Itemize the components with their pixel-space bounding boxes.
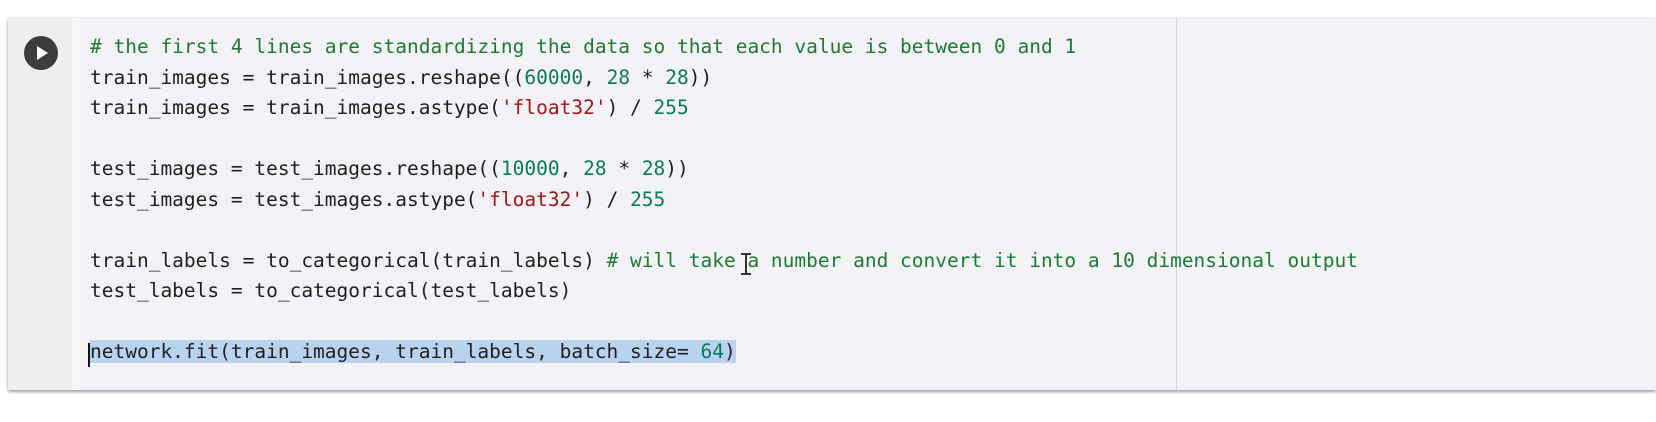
code-string: 'float32' [500, 96, 607, 119]
code-line[interactable]: test_images = test_images.astype('float3… [90, 185, 1358, 216]
code-line[interactable] [90, 215, 1358, 246]
play-icon [37, 46, 48, 60]
code-number: 28 [665, 65, 689, 89]
code-token: test_labels = to_categorical(test_labels… [90, 279, 572, 302]
code-token: , [559, 157, 584, 180]
code-line[interactable]: network.fit(train_images, train_labels, … [88, 337, 1358, 368]
code-number: 255 [653, 96, 689, 119]
code-lines[interactable]: # the first 4 lines are standardizing th… [88, 32, 1358, 368]
code-token: * [606, 157, 642, 180]
code-token: )) [665, 157, 689, 180]
code-line[interactable]: train_images = train_images.reshape((600… [90, 63, 1358, 94]
selected-code: ) [723, 340, 736, 363]
code-token: test_images = test_images.astype( [90, 187, 478, 211]
code-comment: # will take a number and convert it into… [606, 248, 1358, 272]
code-line[interactable] [90, 124, 1358, 155]
code-token: * [630, 65, 666, 89]
code-token: train_labels = to_categorical(train_labe… [90, 248, 607, 272]
code-editor[interactable]: # the first 4 lines are standardizing th… [80, 18, 1656, 390]
code-number: 28 [641, 157, 666, 180]
code-token: test_images = test_images.reshape(( [90, 157, 501, 180]
code-line[interactable]: test_images = test_images.reshape((10000… [90, 154, 1358, 185]
code-token: train_images = train_images.astype( [90, 96, 501, 119]
code-cell[interactable]: # the first 4 lines are standardizing th… [8, 18, 1656, 390]
code-line[interactable]: # the first 4 lines are standardizing th… [90, 32, 1358, 63]
code-line[interactable]: test_labels = to_categorical(test_labels… [90, 276, 1358, 307]
code-token: , [583, 65, 607, 89]
code-token: train_images = train_images.reshape(( [90, 65, 525, 89]
selected-code-number: 64 [700, 340, 724, 363]
code-number: 28 [606, 65, 631, 89]
code-token: )) [688, 65, 713, 89]
code-number: 10000 [500, 157, 560, 180]
code-line[interactable]: train_labels = to_categorical(train_labe… [90, 246, 1358, 277]
code-number: 28 [583, 157, 607, 180]
code-number: 255 [630, 187, 666, 211]
code-token: ) / [606, 96, 654, 119]
code-number: 60000 [524, 65, 584, 89]
code-line[interactable] [90, 307, 1358, 338]
cell-gutter [8, 18, 72, 390]
code-line[interactable]: train_images = train_images.astype('floa… [90, 93, 1358, 124]
selected-code: network.fit(train_images, train_labels, … [90, 340, 701, 363]
code-string: 'float32' [477, 187, 584, 211]
run-cell-button[interactable] [24, 36, 58, 70]
mouse-ibeam-cursor-icon [740, 252, 752, 276]
code-token: ) / [583, 187, 631, 211]
code-comment: # the first 4 lines are standardizing th… [90, 35, 1077, 58]
